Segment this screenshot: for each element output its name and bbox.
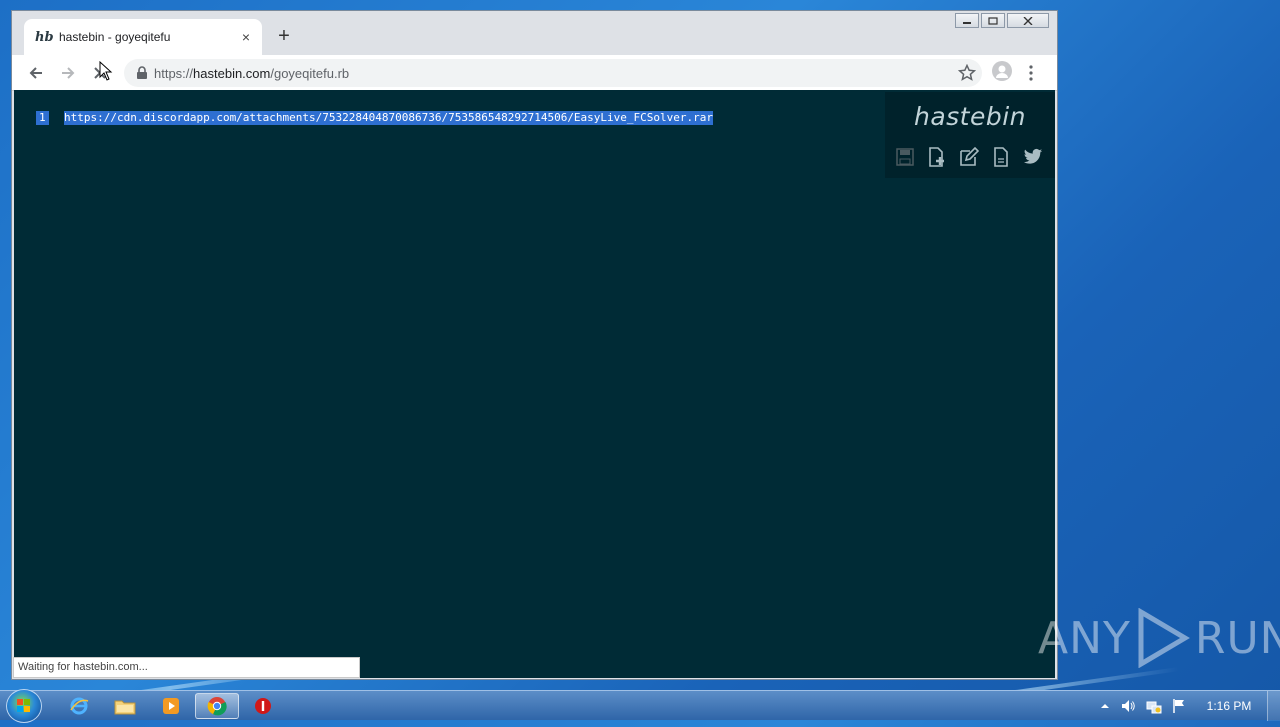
profile-avatar-icon[interactable] xyxy=(992,61,1012,81)
taskbar-ie[interactable] xyxy=(57,693,101,719)
window-controls xyxy=(955,13,1049,28)
back-button[interactable] xyxy=(24,61,48,85)
raw-text-icon xyxy=(994,147,1008,167)
twitter-icon xyxy=(1023,148,1043,164)
back-arrow-icon xyxy=(29,67,42,79)
browser-toolbar: https://hastebin.com/goyeqitefu.rb xyxy=(12,55,1057,91)
minimize-icon xyxy=(963,21,971,24)
url-scheme: https:// xyxy=(154,65,194,81)
bookmark-star-icon[interactable] xyxy=(958,64,976,82)
anyrun-watermark: ANY RUN xyxy=(1038,608,1280,668)
show-desktop-button[interactable] xyxy=(1267,691,1280,721)
restore-button[interactable] xyxy=(981,13,1005,28)
line-number: 1 xyxy=(36,111,49,125)
lock-icon xyxy=(137,66,147,79)
twitter-share-button[interactable] xyxy=(1023,147,1043,167)
code-line-selected[interactable]: https://cdn.discordapp.com/attachments/7… xyxy=(64,111,714,125)
hastebin-logo: hastebin xyxy=(913,102,1027,131)
media-player-icon xyxy=(163,698,179,714)
taskbar-stop-app[interactable] xyxy=(241,693,285,719)
duplicate-edit-icon xyxy=(960,147,979,166)
windows-logo-icon xyxy=(17,699,30,712)
file-explorer-icon xyxy=(114,700,136,715)
taskbar-clock[interactable]: 1:16 PM xyxy=(1194,699,1264,713)
hastebin-editor[interactable]: 1 https://cdn.discordapp.com/attachments… xyxy=(14,90,1055,678)
watermark-right-text: RUN xyxy=(1194,612,1280,664)
close-icon xyxy=(1023,16,1033,25)
start-button[interactable] xyxy=(6,689,42,723)
save-icon xyxy=(896,148,914,166)
url-path: /goyeqitefu.rb xyxy=(270,65,350,81)
volume-icon[interactable] xyxy=(1120,698,1136,714)
restore-icon xyxy=(988,16,998,25)
new-document-icon xyxy=(929,147,944,167)
network-icon[interactable] xyxy=(1146,698,1162,714)
mouse-cursor-icon xyxy=(99,61,113,81)
kebab-menu-icon[interactable] xyxy=(1028,65,1034,81)
action-center-flag-icon[interactable] xyxy=(1172,698,1186,714)
taskbar-explorer[interactable] xyxy=(103,693,147,719)
hastebin-toolbox: hastebin xyxy=(885,92,1055,178)
internet-explorer-icon xyxy=(70,697,89,715)
new-tab-button[interactable]: + xyxy=(274,26,294,46)
play-logo-icon xyxy=(1138,608,1190,668)
tab-strip: hb hastebin - goyeqitefu × + xyxy=(12,11,1057,55)
duplicate-edit-button[interactable] xyxy=(959,147,979,167)
status-bubble: Waiting for hastebin.com... xyxy=(13,657,360,678)
taskbar-chrome[interactable] xyxy=(195,693,239,719)
browser-window: hb hastebin - goyeqitefu × + https://has… xyxy=(11,10,1058,680)
forward-arrow-icon xyxy=(62,67,75,79)
raw-text-button[interactable] xyxy=(991,147,1011,167)
system-tray xyxy=(1100,691,1186,721)
taskbar-media-player[interactable] xyxy=(149,693,193,719)
hastebin-favicon-icon: hb xyxy=(35,29,54,45)
browser-tab[interactable]: hb hastebin - goyeqitefu × xyxy=(24,19,262,55)
chrome-icon xyxy=(207,697,227,716)
hastebin-tools xyxy=(895,147,1043,167)
watermark-left-text: ANY xyxy=(1038,612,1131,664)
person-icon xyxy=(996,65,1008,78)
window-close-button[interactable] xyxy=(1007,13,1049,28)
url-host: hastebin.com xyxy=(193,65,271,81)
tab-close-icon[interactable]: × xyxy=(238,29,254,45)
stop-icon xyxy=(255,698,271,714)
forward-button[interactable] xyxy=(56,61,80,85)
address-bar[interactable]: https://hastebin.com/goyeqitefu.rb xyxy=(124,59,982,87)
new-document-button[interactable] xyxy=(927,147,947,167)
taskbar: 1:16 PM xyxy=(0,689,1280,723)
url-text: https://hastebin.com/goyeqitefu.rb xyxy=(154,66,349,81)
tray-expand-arrow-icon[interactable] xyxy=(1100,701,1110,711)
tab-title: hastebin - goyeqitefu xyxy=(59,30,171,44)
save-button[interactable] xyxy=(895,147,915,167)
minimize-button[interactable] xyxy=(955,13,979,28)
